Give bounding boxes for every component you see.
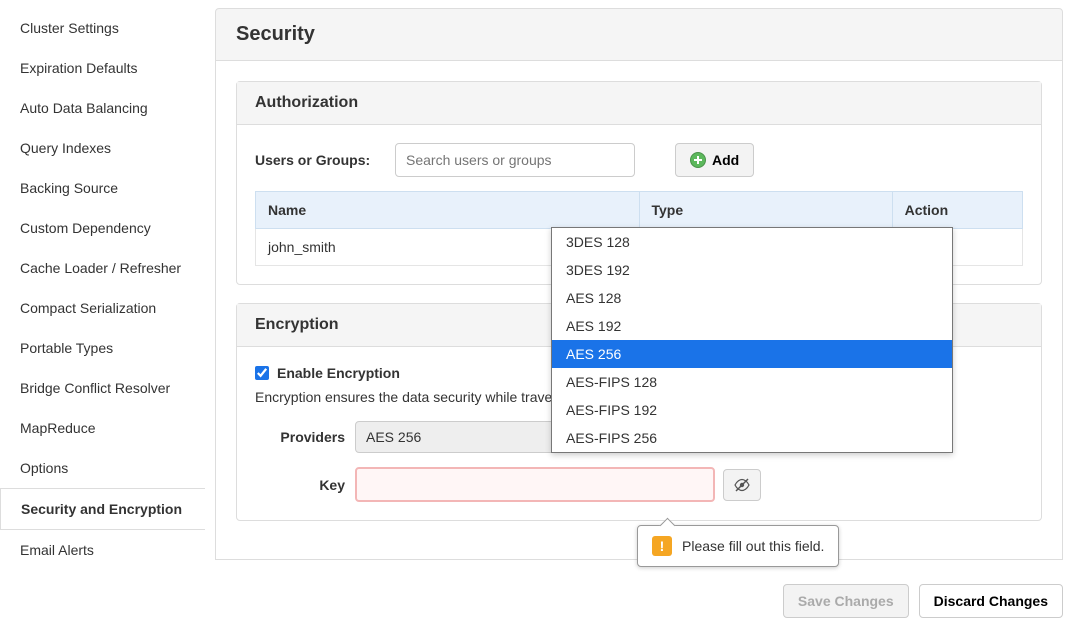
enable-encryption-label: Enable Encryption [277, 365, 400, 381]
sidebar-item-query-indexes[interactable]: Query Indexes [0, 128, 205, 168]
footer-actions: Save Changes Discard Changes [783, 584, 1063, 618]
col-name: Name [256, 192, 640, 229]
toggle-key-visibility-button[interactable] [723, 469, 761, 501]
dropdown-option-3des-128[interactable]: 3DES 128 [552, 228, 952, 256]
sidebar: Cluster Settings Expiration Defaults Aut… [0, 0, 205, 628]
warning-icon: ! [652, 536, 672, 556]
dropdown-option-aes-fips-128[interactable]: AES-FIPS 128 [552, 368, 952, 396]
sidebar-item-compact-serialization[interactable]: Compact Serialization [0, 288, 205, 328]
col-type: Type [639, 192, 892, 229]
sidebar-item-options[interactable]: Options [0, 448, 205, 488]
tooltip-message: Please fill out this field. [682, 538, 824, 554]
sidebar-item-custom-dependency[interactable]: Custom Dependency [0, 208, 205, 248]
eye-off-icon [734, 477, 750, 493]
page-title: Security [236, 23, 1042, 46]
users-groups-search-input[interactable] [395, 143, 635, 177]
dropdown-option-3des-192[interactable]: 3DES 192 [552, 256, 952, 284]
add-user-button[interactable]: Add [675, 143, 754, 177]
discard-changes-button[interactable]: Discard Changes [919, 584, 1063, 618]
sidebar-item-auto-data-balancing[interactable]: Auto Data Balancing [0, 88, 205, 128]
dropdown-option-aes-fips-256[interactable]: AES-FIPS 256 [552, 424, 952, 452]
sidebar-item-bridge-conflict-resolver[interactable]: Bridge Conflict Resolver [0, 368, 205, 408]
sidebar-item-security-encryption[interactable]: Security and Encryption [0, 488, 205, 530]
main-content: Security Authorization Users or Groups: [205, 0, 1073, 628]
sidebar-item-mapreduce[interactable]: MapReduce [0, 408, 205, 448]
dropdown-option-aes-256[interactable]: AES 256 [552, 340, 952, 368]
key-label: Key [255, 477, 355, 493]
page-header: Security [215, 8, 1063, 61]
providers-selected-value: AES 256 [366, 429, 421, 445]
add-button-label: Add [712, 152, 739, 168]
dropdown-option-aes-fips-192[interactable]: AES-FIPS 192 [552, 396, 952, 424]
providers-dropdown: 3DES 128 3DES 192 AES 128 AES 192 AES 25… [551, 227, 953, 453]
validation-tooltip: ! Please fill out this field. [637, 525, 839, 567]
dropdown-option-aes-192[interactable]: AES 192 [552, 312, 952, 340]
sidebar-item-cluster-settings[interactable]: Cluster Settings [0, 8, 205, 48]
sidebar-item-cache-loader-refresher[interactable]: Cache Loader / Refresher [0, 248, 205, 288]
sidebar-item-portable-types[interactable]: Portable Types [0, 328, 205, 368]
col-action: Action [892, 192, 1022, 229]
sidebar-item-expiration-defaults[interactable]: Expiration Defaults [0, 48, 205, 88]
plus-circle-icon [690, 152, 706, 168]
providers-label: Providers [255, 429, 355, 445]
dropdown-option-aes-128[interactable]: AES 128 [552, 284, 952, 312]
enable-encryption-checkbox[interactable] [255, 366, 269, 380]
authorization-panel-title: Authorization [237, 82, 1041, 125]
key-input[interactable] [355, 467, 715, 502]
sidebar-item-email-alerts[interactable]: Email Alerts [0, 530, 205, 570]
users-groups-label: Users or Groups: [255, 152, 395, 168]
sidebar-item-backing-source[interactable]: Backing Source [0, 168, 205, 208]
save-changes-button[interactable]: Save Changes [783, 584, 909, 618]
